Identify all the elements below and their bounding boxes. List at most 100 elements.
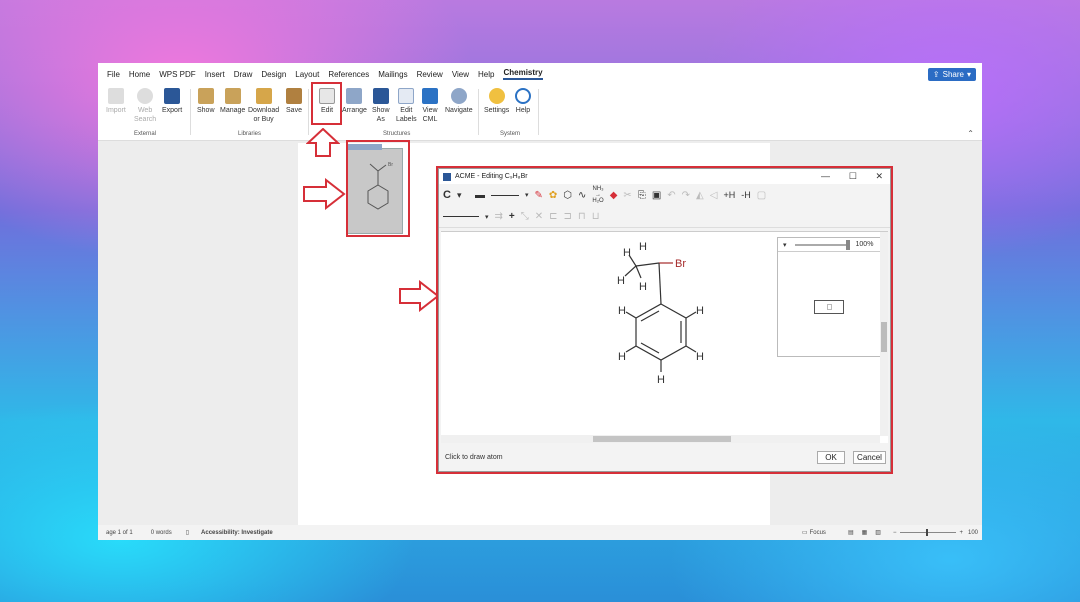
arrow-right-icon — [303, 178, 346, 210]
share-button[interactable]: ⇪ Share ▾ — [927, 68, 976, 81]
navigate-button[interactable]: Navigate — [445, 88, 473, 115]
arrange-icon — [346, 88, 363, 104]
menu-item-design[interactable]: Design — [261, 70, 286, 79]
draw-pencil-icon[interactable]: ✎ — [534, 190, 542, 201]
ok-button[interactable]: OK — [817, 451, 845, 464]
menu-item-file[interactable]: File — [107, 70, 120, 79]
ring-icon[interactable]: ⬡ — [563, 190, 572, 201]
close-icon[interactable]: ✕ — [875, 171, 883, 182]
element-dropdown-icon[interactable]: ▾ — [457, 190, 469, 201]
focus-label[interactable]: Focus — [810, 530, 826, 536]
element-select[interactable]: C — [443, 189, 451, 201]
print-layout-icon[interactable]: ▦ — [862, 529, 868, 536]
copy-icon[interactable]: ⎘ — [638, 190, 646, 201]
zoom-level[interactable]: 100 — [968, 530, 978, 536]
atom-h[interactable]: H — [617, 275, 625, 287]
add-hydrogen-icon[interactable]: +H — [723, 190, 735, 200]
manage-library-button[interactable]: Manage — [220, 88, 245, 115]
menu-item-mailings[interactable]: Mailings — [378, 70, 407, 79]
multi-bond-icon[interactable]: ✕ — [535, 211, 543, 222]
zoom-out-icon[interactable]: − — [893, 530, 897, 536]
menu-item-review[interactable]: Review — [417, 70, 443, 79]
library-download-icon — [255, 88, 272, 104]
export-button[interactable]: Export — [162, 88, 182, 115]
viewport-rectangle[interactable] — [814, 300, 844, 314]
help-button[interactable]: Help — [515, 88, 531, 115]
flip-icon[interactable]: ◭ — [696, 190, 704, 201]
distribute-icon[interactable]: ⊔ — [592, 211, 600, 222]
web-layout-icon[interactable]: ▥ — [875, 529, 881, 536]
zoom-slider[interactable] — [794, 239, 850, 250]
horizontal-scrollbar[interactable] — [441, 435, 880, 443]
arrange-button[interactable]: Arrange — [342, 88, 367, 115]
download-library-button[interactable]: Download or Buy — [248, 88, 279, 124]
focus-icon[interactable]: ▭ — [802, 529, 808, 536]
align-center-icon[interactable]: ⊐ — [564, 211, 572, 222]
atom-h[interactable]: H — [639, 281, 647, 293]
settings-button[interactable]: Settings — [484, 88, 509, 115]
zoom-slider[interactable] — [900, 529, 957, 536]
eraser-icon[interactable]: ◆ — [610, 190, 618, 201]
align-right-icon[interactable]: ⊓ — [578, 211, 586, 222]
atom-br[interactable]: Br — [675, 258, 686, 270]
atom-h[interactable]: H — [618, 305, 626, 317]
word-count[interactable]: 0 words — [151, 530, 172, 536]
accessibility-status[interactable]: Accessibility: Investigate — [201, 530, 273, 536]
page-count[interactable]: age 1 of 1 — [106, 530, 133, 536]
arrow-up-icon — [306, 128, 340, 157]
align-left-icon[interactable]: ⊏ — [549, 211, 557, 222]
chain-icon[interactable]: ∿ — [578, 190, 586, 201]
web-search-icon — [137, 88, 154, 104]
menu-item-draw[interactable]: Draw — [234, 70, 253, 79]
plus-icon[interactable]: + — [509, 211, 515, 222]
menu-item-help[interactable]: Help — [478, 70, 494, 79]
import-button[interactable]: Import — [106, 88, 126, 115]
bond-style-select[interactable] — [490, 194, 519, 196]
atom-h[interactable]: H — [696, 351, 704, 363]
arrow-dropdown-icon[interactable]: ▾ — [485, 213, 489, 221]
cut-icon[interactable]: ✂ — [623, 190, 631, 201]
zoom-in-icon[interactable]: + — [959, 530, 963, 536]
redo-icon[interactable]: ↷ — [682, 190, 690, 201]
view-cml-button[interactable]: View CML — [422, 88, 438, 124]
group-icon[interactable]: ▢ — [757, 190, 766, 201]
undo-icon[interactable]: ↶ — [667, 190, 675, 201]
vertical-scrollbar[interactable] — [880, 232, 888, 436]
menu-item-references[interactable]: References — [328, 70, 369, 79]
menu-item-home[interactable]: Home — [129, 70, 150, 79]
chevron-down-icon[interactable]: ▾ — [783, 241, 787, 249]
maximize-icon[interactable]: ☐ — [849, 171, 857, 182]
reaction-arrow-button[interactable]: NH₃ → H₂O — [592, 186, 603, 204]
atom-h[interactable]: H — [696, 305, 704, 317]
show-library-button[interactable]: Show — [197, 88, 215, 115]
web-search-button[interactable]: Web Search — [134, 88, 156, 124]
menu-item-insert[interactable]: Insert — [205, 70, 225, 79]
cancel-button[interactable]: Cancel — [853, 451, 886, 464]
drawing-canvas[interactable]: H H H H Br H H H H H ▾ 100% — [441, 231, 888, 443]
read-mode-icon[interactable]: ▤ — [848, 529, 854, 536]
atom-h[interactable]: H — [623, 247, 631, 259]
arrow-style-select[interactable] — [443, 216, 479, 217]
menu-item-wps-pdf[interactable]: WPS PDF — [159, 70, 195, 79]
atom-h[interactable]: H — [657, 374, 665, 386]
flip-horizontal-icon[interactable]: ◁ — [710, 190, 718, 201]
show-as-button[interactable]: Show As — [372, 88, 390, 124]
bond-dropdown-icon[interactable]: ▾ — [525, 191, 529, 199]
remove-hydrogen-icon[interactable]: -H — [741, 190, 751, 200]
atom-h[interactable]: H — [639, 241, 647, 253]
menu-item-chemistry[interactable]: Chemistry — [503, 68, 543, 80]
menu-item-layout[interactable]: Layout — [295, 70, 319, 79]
help-icon — [515, 88, 531, 104]
edit-labels-button[interactable]: Edit Labels — [396, 88, 417, 124]
fragment-icon[interactable]: ▬ — [475, 190, 485, 201]
atom-h[interactable]: H — [618, 351, 626, 363]
bond-tool-icon[interactable]: ⤡ — [521, 211, 529, 222]
collapse-ribbon-icon[interactable]: ⌃ — [967, 129, 974, 138]
menu-item-view[interactable]: View — [452, 70, 469, 79]
save-library-button[interactable]: Save — [286, 88, 302, 115]
reaction-conditions-icon[interactable]: ⇉ — [495, 211, 503, 222]
minimize-icon[interactable]: — — [821, 171, 830, 181]
template-icon[interactable]: ✿ — [549, 190, 557, 201]
proofing-icon[interactable]: ▯ — [186, 529, 189, 536]
paste-icon[interactable]: ▣ — [652, 190, 661, 201]
